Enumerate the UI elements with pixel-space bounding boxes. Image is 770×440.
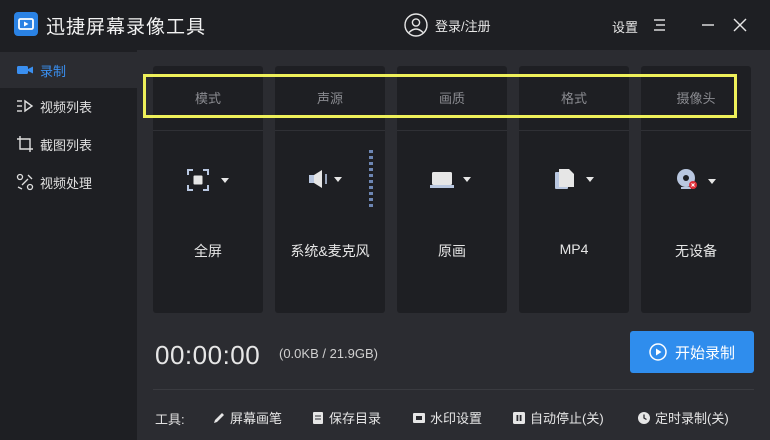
- divider: [153, 130, 263, 131]
- app-title: 迅捷屏幕录像工具: [46, 17, 207, 38]
- tool-label: 定时录制(关): [655, 411, 729, 426]
- clock-icon: [638, 411, 650, 424]
- screen-pen-button[interactable]: 屏幕画笔: [212, 408, 282, 427]
- tools-label: 工具:: [155, 412, 185, 427]
- divider: [153, 389, 754, 390]
- login-register-button[interactable]: 登录/注册: [404, 13, 491, 37]
- option-header: 模式: [194, 91, 221, 106]
- fullscreen-icon: [153, 166, 263, 198]
- file-size-info: (0.0KB / 21.9GB): [279, 346, 378, 361]
- divider: [641, 130, 751, 131]
- settings-button[interactable]: 设置: [612, 17, 638, 36]
- webcam-option[interactable]: 摄像头 无设备: [641, 66, 751, 313]
- folder-icon: [313, 411, 323, 424]
- option-header: 摄像头: [676, 91, 716, 106]
- mode-option[interactable]: 模式 全屏: [153, 66, 263, 313]
- play-icon: [649, 343, 667, 361]
- tool-label: 保存目录: [329, 411, 382, 426]
- option-header: 画质: [438, 91, 465, 106]
- app-logo-icon: [14, 12, 38, 36]
- start-recording-button[interactable]: 开始录制: [630, 331, 754, 373]
- option-value: 系统&麦克风: [290, 243, 370, 259]
- sidebar-item-label: 录制: [40, 63, 67, 79]
- record-timer: 00:00:00: [155, 340, 261, 370]
- option-value: 无设备: [675, 243, 717, 259]
- main-panel: 模式 全屏 声源 系统&麦克风 画质 原画 格式 MP4 摄像头 无设备 00:…: [137, 50, 770, 440]
- login-label: 登录/注册: [435, 18, 491, 34]
- sidebar-item-record[interactable]: 录制: [0, 52, 137, 88]
- audio-source-option[interactable]: 声源 系统&麦克风: [275, 66, 385, 313]
- sidebar-item-video-list[interactable]: 视频列表: [0, 88, 137, 124]
- option-value: MP4: [559, 241, 589, 257]
- screenshot-list-icon: [17, 136, 33, 152]
- pause-icon: [513, 411, 525, 424]
- sidebar-item-video-process[interactable]: 视频处理: [0, 164, 137, 200]
- option-header: 格式: [560, 91, 587, 106]
- sidebar-item-label: 视频处理: [40, 175, 93, 191]
- webcam-icon: [641, 166, 751, 198]
- minimize-icon[interactable]: [700, 17, 716, 33]
- sidebar-item-screenshot-list[interactable]: 截图列表: [0, 126, 137, 162]
- monitor-icon: [397, 166, 507, 198]
- watermark-settings-button[interactable]: 水印设置: [412, 408, 482, 427]
- auto-stop-button[interactable]: 自动停止(关): [512, 408, 604, 427]
- file-icon: [519, 166, 629, 198]
- menu-icon[interactable]: [652, 17, 668, 33]
- option-value: 原画: [438, 243, 466, 259]
- divider: [397, 130, 507, 131]
- camera-icon: [17, 66, 33, 74]
- format-option[interactable]: 格式 MP4: [519, 66, 629, 313]
- sidebar-item-label: 截图列表: [40, 137, 93, 153]
- divider: [519, 130, 629, 131]
- quality-option[interactable]: 画质 原画: [397, 66, 507, 313]
- video-list-icon: [17, 99, 34, 113]
- option-header: 声源: [316, 91, 343, 106]
- tool-label: 自动停止(关): [530, 411, 604, 426]
- tool-label: 屏幕画笔: [230, 411, 283, 426]
- title-bar: 迅捷屏幕录像工具 登录/注册 设置: [0, 0, 770, 50]
- option-value: 全屏: [194, 243, 222, 259]
- video-process-icon: [16, 173, 34, 191]
- sidebar: 录制 视频列表 截图列表 视频处理: [0, 50, 137, 440]
- scheduled-record-button[interactable]: 定时录制(关): [637, 408, 729, 427]
- user-icon: [404, 13, 428, 37]
- sidebar-item-label: 视频列表: [40, 99, 93, 115]
- watermark-icon: [413, 412, 425, 423]
- volume-meter: [369, 150, 373, 207]
- save-directory-button[interactable]: 保存目录: [311, 408, 381, 427]
- divider: [275, 130, 385, 131]
- close-icon[interactable]: [732, 17, 748, 33]
- start-recording-label: 开始录制: [674, 344, 735, 362]
- tool-label: 水印设置: [430, 411, 483, 426]
- pen-icon: [214, 412, 224, 423]
